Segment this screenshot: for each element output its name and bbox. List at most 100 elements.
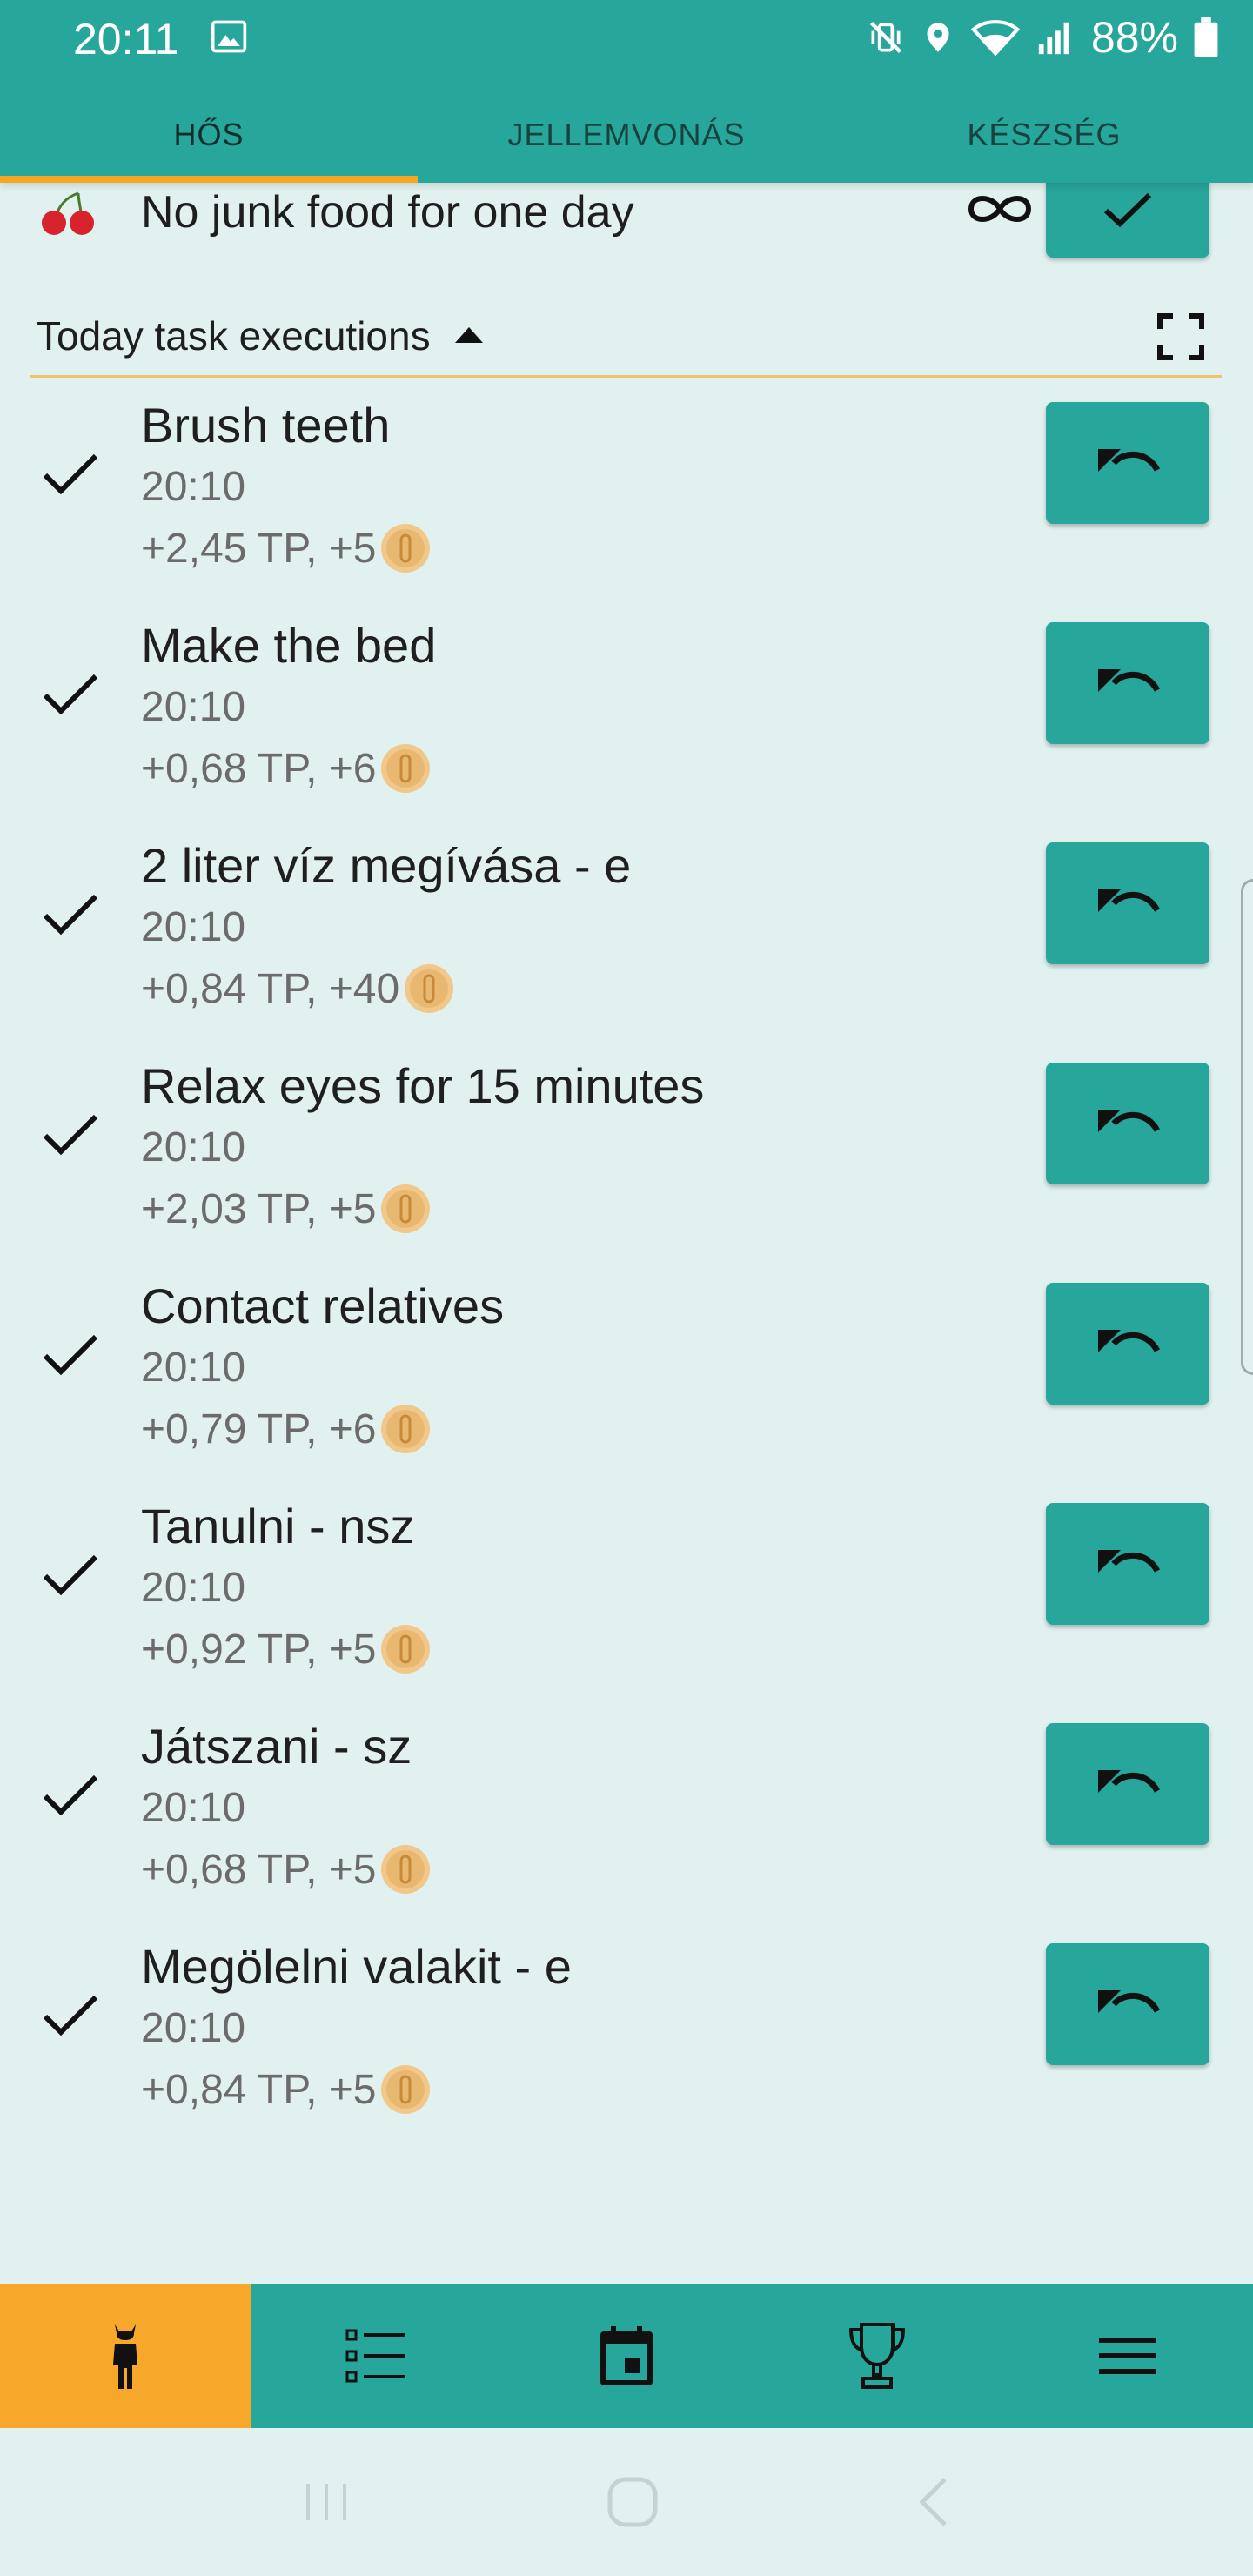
undo-icon [1098, 449, 1161, 472]
task-name: 2 liter víz megívása - e [141, 838, 632, 893]
task-name: Contact relatives [141, 1278, 505, 1333]
recent-apps-icon[interactable] [303, 2480, 350, 2524]
back-icon[interactable] [915, 2476, 950, 2528]
task-reward: +0,92 TP, +5 [141, 1623, 432, 1675]
reward-text: +0,68 TP, +5 [141, 1846, 377, 1893]
task-name: Megölelni valakit - e [141, 1939, 572, 1994]
battery-icon [1194, 17, 1218, 57]
battery-percent: 88% [1090, 13, 1178, 62]
tab-keszseg[interactable]: KÉSZSÉG [835, 87, 1253, 183]
reward-text: +0,68 TP, +6 [141, 745, 377, 792]
task-execution-row: Make the bed 20:10 +0,68 TP, +6 [0, 596, 1253, 816]
undo-icon [1098, 669, 1161, 692]
check-icon [43, 1334, 98, 1376]
check-icon [43, 453, 98, 495]
scroll-handle[interactable] [1241, 879, 1253, 1375]
system-navigation-bar [0, 2428, 1253, 2576]
undo-icon [1098, 1990, 1161, 2013]
reward-text: +0,84 TP, +5 [141, 2066, 377, 2113]
tab-hos[interactable]: HŐS [0, 87, 418, 183]
task-time: 20:10 [141, 1785, 246, 1831]
task-reward: +0,84 TP, +5 [141, 2063, 432, 2116]
task-list-icon [345, 2329, 405, 2383]
bottom-navigation [0, 2284, 1253, 2428]
task-execution-row: Contact relatives 20:10 +0,79 TP, +6 [0, 1257, 1253, 1477]
task-name: Relax eyes for 15 minutes [141, 1058, 705, 1113]
undo-button[interactable] [1046, 622, 1209, 744]
undo-button[interactable] [1046, 1943, 1209, 2065]
reward-text: +0,79 TP, +6 [141, 1405, 377, 1452]
check-icon [43, 1114, 98, 1156]
list-item: No junk food for one day [0, 183, 1253, 258]
tab-bar: HŐS JELLEMVONÁS KÉSZSÉG [0, 87, 1253, 183]
check-icon [43, 894, 98, 936]
task-list: Brush teeth 20:10 +2,45 TP, +5 Make the … [0, 376, 1253, 2137]
tab-indicator [0, 176, 418, 183]
coin-icon [381, 1625, 431, 1674]
task-execution-row: Relax eyes for 15 minutes 20:10 +2,03 TP… [0, 1036, 1253, 1257]
task-reward: +0,84 TP, +40 [141, 963, 455, 1015]
coin-icon [381, 2065, 431, 2114]
task-time: 20:10 [141, 1124, 246, 1171]
task-reward: +2,03 TP, +5 [141, 1183, 432, 1235]
nav-tasks[interactable] [251, 2284, 501, 2428]
task-execution-row: Brush teeth 20:10 +2,45 TP, +5 [0, 376, 1253, 596]
home-icon[interactable] [606, 2476, 659, 2528]
task-name: Tanulni - nsz [141, 1499, 415, 1553]
app-bar: 20:11 88% HŐS JELLEMVONÁS KÉSZSÉG [0, 0, 1253, 183]
hero-icon [113, 2324, 137, 2389]
check-icon [43, 1995, 98, 2036]
task-reward: +2,45 TP, +5 [141, 522, 432, 574]
cherry-icon [42, 191, 94, 235]
task-time: 20:10 [141, 1565, 246, 1611]
check-icon [43, 1774, 98, 1816]
undo-button[interactable] [1046, 1503, 1209, 1625]
undo-icon [1098, 1550, 1161, 1573]
coin-icon [405, 964, 454, 1013]
coin-icon [381, 1405, 431, 1453]
triangle-up-icon[interactable] [453, 325, 485, 346]
undo-button[interactable] [1046, 402, 1209, 524]
image-icon [211, 20, 247, 53]
task-execution-row: Játszani - sz 20:10 +0,68 TP, +5 [0, 1697, 1253, 1917]
undo-icon [1098, 889, 1161, 912]
reward-text: +2,03 TP, +5 [141, 1185, 377, 1232]
task-execution-row: Megölelni valakit - e 20:10 +0,84 TP, +5 [0, 1917, 1253, 2137]
task-time: 20:10 [141, 684, 246, 730]
nav-menu[interactable] [1002, 2284, 1253, 2428]
nav-calendar[interactable] [501, 2284, 752, 2428]
coin-icon [381, 524, 431, 573]
task-name: Játszani - sz [141, 1719, 412, 1774]
tab-jellemvonas[interactable]: JELLEMVONÁS [418, 87, 835, 183]
check-icon [43, 674, 98, 715]
coin-icon [381, 1184, 431, 1233]
undo-button[interactable] [1046, 1283, 1209, 1405]
signal-icon [1038, 22, 1069, 55]
nav-achievements[interactable] [752, 2284, 1002, 2428]
task-reward: +0,68 TP, +6 [141, 742, 432, 795]
check-icon [1103, 192, 1152, 228]
task-name: Brush teeth [141, 398, 391, 453]
calendar-icon [600, 2326, 653, 2385]
task-time: 20:10 [141, 464, 246, 510]
section-title: Today task executions [37, 312, 431, 359]
undo-icon [1098, 1110, 1161, 1132]
main-content[interactable]: No junk food for one day Today task exec… [0, 183, 1253, 2284]
undo-button[interactable] [1046, 1063, 1209, 1184]
section-header[interactable]: Today task executions [30, 296, 1222, 378]
status-time: 20:11 [73, 15, 179, 64]
location-icon [927, 23, 949, 52]
infinity-icon [968, 196, 1032, 222]
task-time: 20:10 [141, 2005, 246, 2051]
task-title: No junk food for one day [141, 187, 634, 238]
undo-button[interactable] [1046, 1723, 1209, 1845]
menu-icon [1099, 2338, 1156, 2374]
complete-task-button[interactable] [1046, 183, 1209, 258]
fullscreen-icon[interactable] [1157, 313, 1204, 360]
nav-hero[interactable] [0, 2284, 251, 2428]
undo-button[interactable] [1046, 842, 1209, 964]
task-reward: +0,68 TP, +5 [141, 1843, 432, 1895]
mute-vibrate-icon [869, 21, 901, 54]
task-reward: +0,79 TP, +6 [141, 1403, 432, 1455]
check-icon [43, 1554, 98, 1596]
